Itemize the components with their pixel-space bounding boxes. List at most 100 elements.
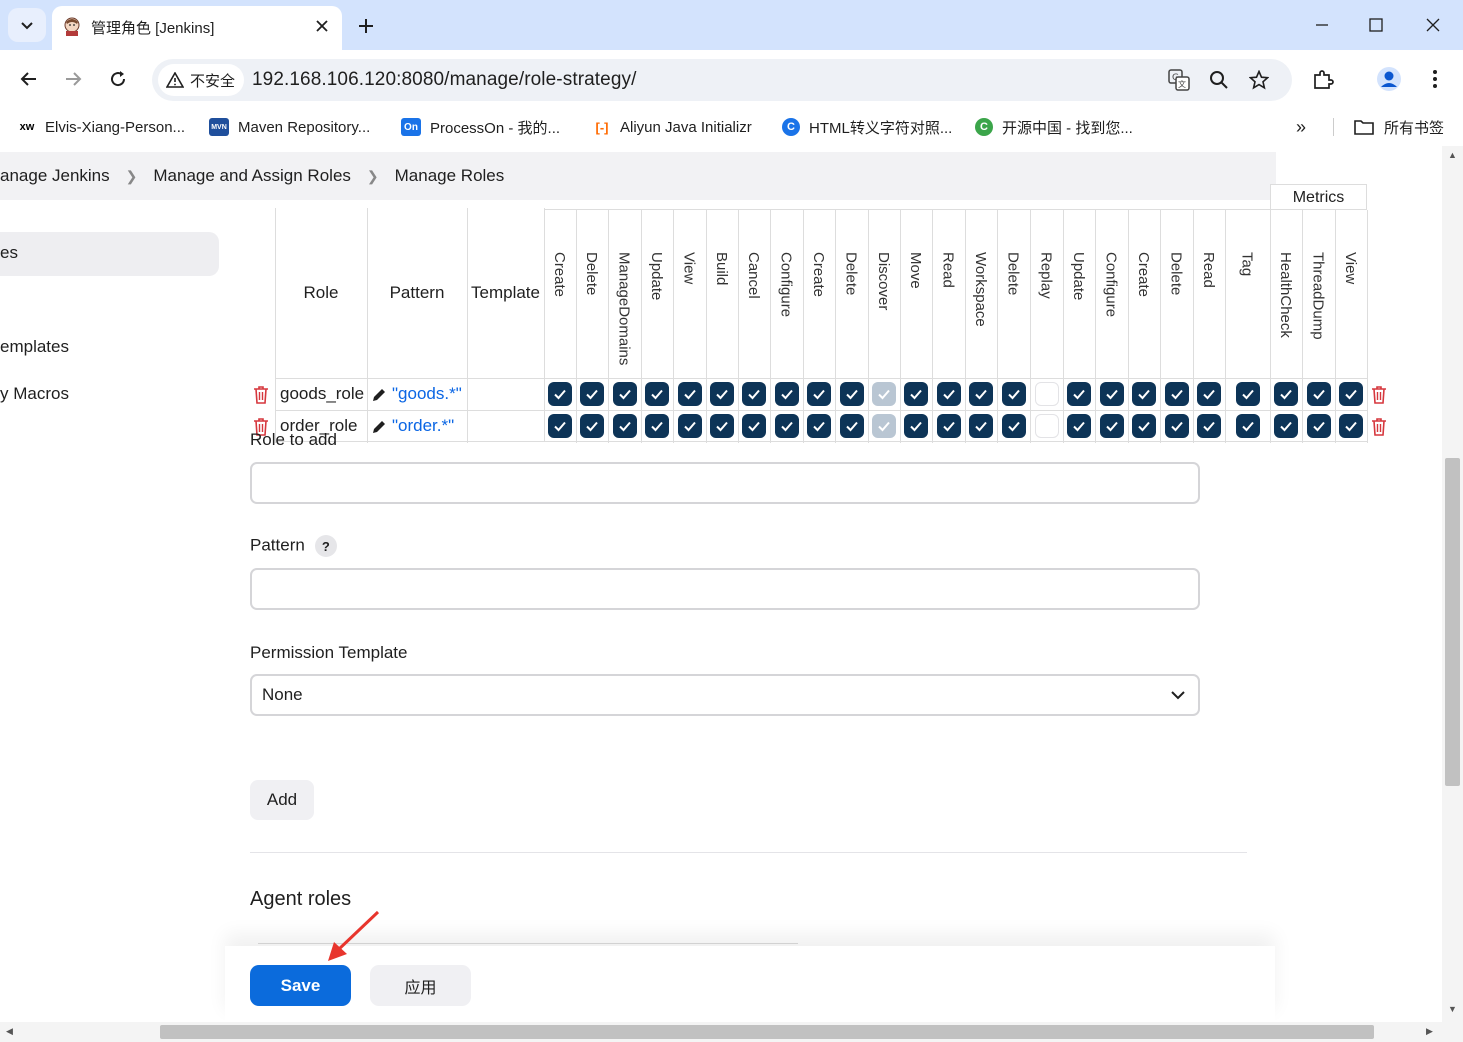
permission-checkbox[interactable]: [645, 382, 669, 406]
url-text[interactable]: 192.168.106.120:8080/manage/role-strateg…: [252, 69, 636, 91]
sidebar-item-label[interactable]: emplates: [0, 337, 69, 357]
permission-checkbox[interactable]: [1001, 382, 1026, 406]
permission-checkbox[interactable]: [1132, 382, 1156, 406]
permission-checkbox[interactable]: [1001, 414, 1026, 438]
bookmark-item[interactable]: MVN Maven Repository...: [209, 116, 370, 138]
role-to-add-input[interactable]: [250, 462, 1200, 504]
permission-checkbox[interactable]: [742, 414, 766, 438]
permission-checkbox[interactable]: [1274, 414, 1298, 438]
browser-tab-active[interactable]: 管理角色 [Jenkins]: [52, 6, 342, 50]
scroll-up-icon[interactable]: ▲: [1448, 150, 1457, 160]
permission-checkbox[interactable]: [1306, 382, 1331, 406]
permission-checkbox[interactable]: [969, 382, 993, 406]
permission-checkbox[interactable]: [548, 382, 572, 406]
permission-checkbox[interactable]: [1306, 414, 1331, 438]
bookmark-item[interactable]: C 开源中国 - 找到您...: [975, 116, 1133, 138]
permission-checkbox[interactable]: [1164, 382, 1189, 406]
permission-checkbox[interactable]: [839, 382, 864, 406]
permission-checkbox[interactable]: [1132, 414, 1156, 438]
bookmark-item[interactable]: xw Elvis-Xiang-Person...: [18, 116, 185, 138]
translate-icon[interactable]: G文: [1167, 68, 1191, 92]
bookmark-item[interactable]: C HTML转义字符对照...: [782, 116, 952, 138]
permission-template-select[interactable]: None: [250, 674, 1200, 716]
trash-icon[interactable]: [1371, 386, 1387, 404]
permission-checkbox[interactable]: [612, 382, 637, 406]
permission-checkbox[interactable]: [1197, 414, 1221, 438]
permission-checkbox[interactable]: [1067, 382, 1091, 406]
breadcrumb-manage-assign-roles[interactable]: Manage and Assign Roles: [153, 166, 351, 186]
permission-checkbox[interactable]: [548, 414, 572, 438]
bookmark-item[interactable]: On ProcessOn - 我的...: [401, 116, 560, 138]
vertical-scrollbar[interactable]: ▲ ▼: [1442, 146, 1463, 1022]
permission-checkbox[interactable]: [839, 414, 864, 438]
permission-checkbox[interactable]: [969, 414, 993, 438]
permission-checkbox[interactable]: [677, 382, 702, 406]
close-window-button[interactable]: [1418, 10, 1448, 40]
scroll-down-icon[interactable]: ▼: [1448, 1004, 1457, 1014]
permission-checkbox[interactable]: [807, 414, 831, 438]
all-bookmarks-button[interactable]: 所有书签: [1354, 116, 1444, 138]
horizontal-scroll-thumb[interactable]: [160, 1025, 1374, 1039]
permission-checkbox[interactable]: [1099, 414, 1124, 438]
browser-menu-button[interactable]: [1420, 64, 1450, 94]
apply-button[interactable]: 应用: [370, 965, 471, 1006]
sidebar-item-label[interactable]: y Macros: [0, 384, 69, 404]
minimize-button[interactable]: [1307, 10, 1337, 40]
tab-close-icon[interactable]: [311, 15, 333, 37]
permission-checkbox[interactable]: [742, 382, 766, 406]
vertical-scroll-thumb[interactable]: [1445, 458, 1460, 786]
trash-icon[interactable]: [1371, 418, 1387, 436]
permission-checkbox[interactable]: [1067, 414, 1091, 438]
role-pattern-link[interactable]: "goods.*": [392, 384, 462, 404]
extensions-button[interactable]: [1308, 64, 1338, 94]
security-chip[interactable]: 不安全: [158, 64, 244, 96]
permission-checkbox[interactable]: [710, 414, 734, 438]
permission-checkbox[interactable]: [1235, 414, 1260, 438]
pattern-help-icon[interactable]: ?: [314, 535, 337, 557]
permission-checkbox[interactable]: [1274, 382, 1298, 406]
role-pattern-link[interactable]: "order.*": [392, 416, 454, 436]
trash-icon[interactable]: [253, 386, 269, 404]
address-bar[interactable]: 不安全 192.168.106.120:8080/manage/role-str…: [152, 59, 1292, 101]
permission-checkbox[interactable]: [710, 382, 734, 406]
permission-checkbox[interactable]: [677, 414, 702, 438]
star-icon[interactable]: [1247, 68, 1271, 92]
pattern-input[interactable]: [250, 568, 1200, 610]
back-button[interactable]: [14, 64, 44, 94]
forward-button[interactable]: [58, 64, 88, 94]
more-bookmarks-button[interactable]: »: [1296, 116, 1306, 138]
permission-checkbox[interactable]: [1164, 414, 1189, 438]
permission-checkbox[interactable]: [1235, 382, 1260, 406]
save-button[interactable]: Save: [250, 965, 351, 1006]
permission-checkbox[interactable]: [612, 414, 637, 438]
profile-button[interactable]: [1374, 64, 1404, 94]
zoom-icon[interactable]: [1207, 68, 1231, 92]
permission-checkbox[interactable]: [936, 414, 961, 438]
reload-button[interactable]: [103, 64, 133, 94]
permission-checkbox[interactable]: [1339, 414, 1363, 438]
permission-checkbox[interactable]: [1034, 414, 1059, 438]
tab-search-button[interactable]: [8, 8, 46, 42]
permission-checkbox[interactable]: [936, 382, 961, 406]
scroll-left-icon[interactable]: ◀: [6, 1026, 13, 1037]
permission-checkbox[interactable]: [580, 414, 604, 438]
horizontal-scrollbar[interactable]: ◀ ▶: [0, 1022, 1442, 1042]
bookmark-item[interactable]: [-] Aliyun Java Initializr: [593, 116, 752, 138]
permission-checkbox[interactable]: [904, 382, 928, 406]
pencil-icon[interactable]: [371, 419, 387, 435]
pencil-icon[interactable]: [371, 387, 387, 403]
permission-checkbox[interactable]: [1034, 382, 1059, 406]
permission-checkbox[interactable]: [1099, 382, 1124, 406]
add-role-button[interactable]: Add: [250, 780, 314, 820]
permission-checkbox[interactable]: [774, 414, 799, 438]
new-tab-button[interactable]: [352, 12, 380, 40]
maximize-button[interactable]: [1361, 10, 1391, 40]
permission-checkbox[interactable]: [774, 382, 799, 406]
permission-checkbox[interactable]: [904, 414, 928, 438]
permission-checkbox[interactable]: [580, 382, 604, 406]
permission-checkbox[interactable]: [645, 414, 669, 438]
breadcrumb-manage-roles[interactable]: Manage Roles: [395, 166, 505, 186]
permission-checkbox[interactable]: [1339, 382, 1363, 406]
sidebar-item-active[interactable]: [0, 232, 219, 276]
permission-checkbox[interactable]: [1197, 382, 1221, 406]
